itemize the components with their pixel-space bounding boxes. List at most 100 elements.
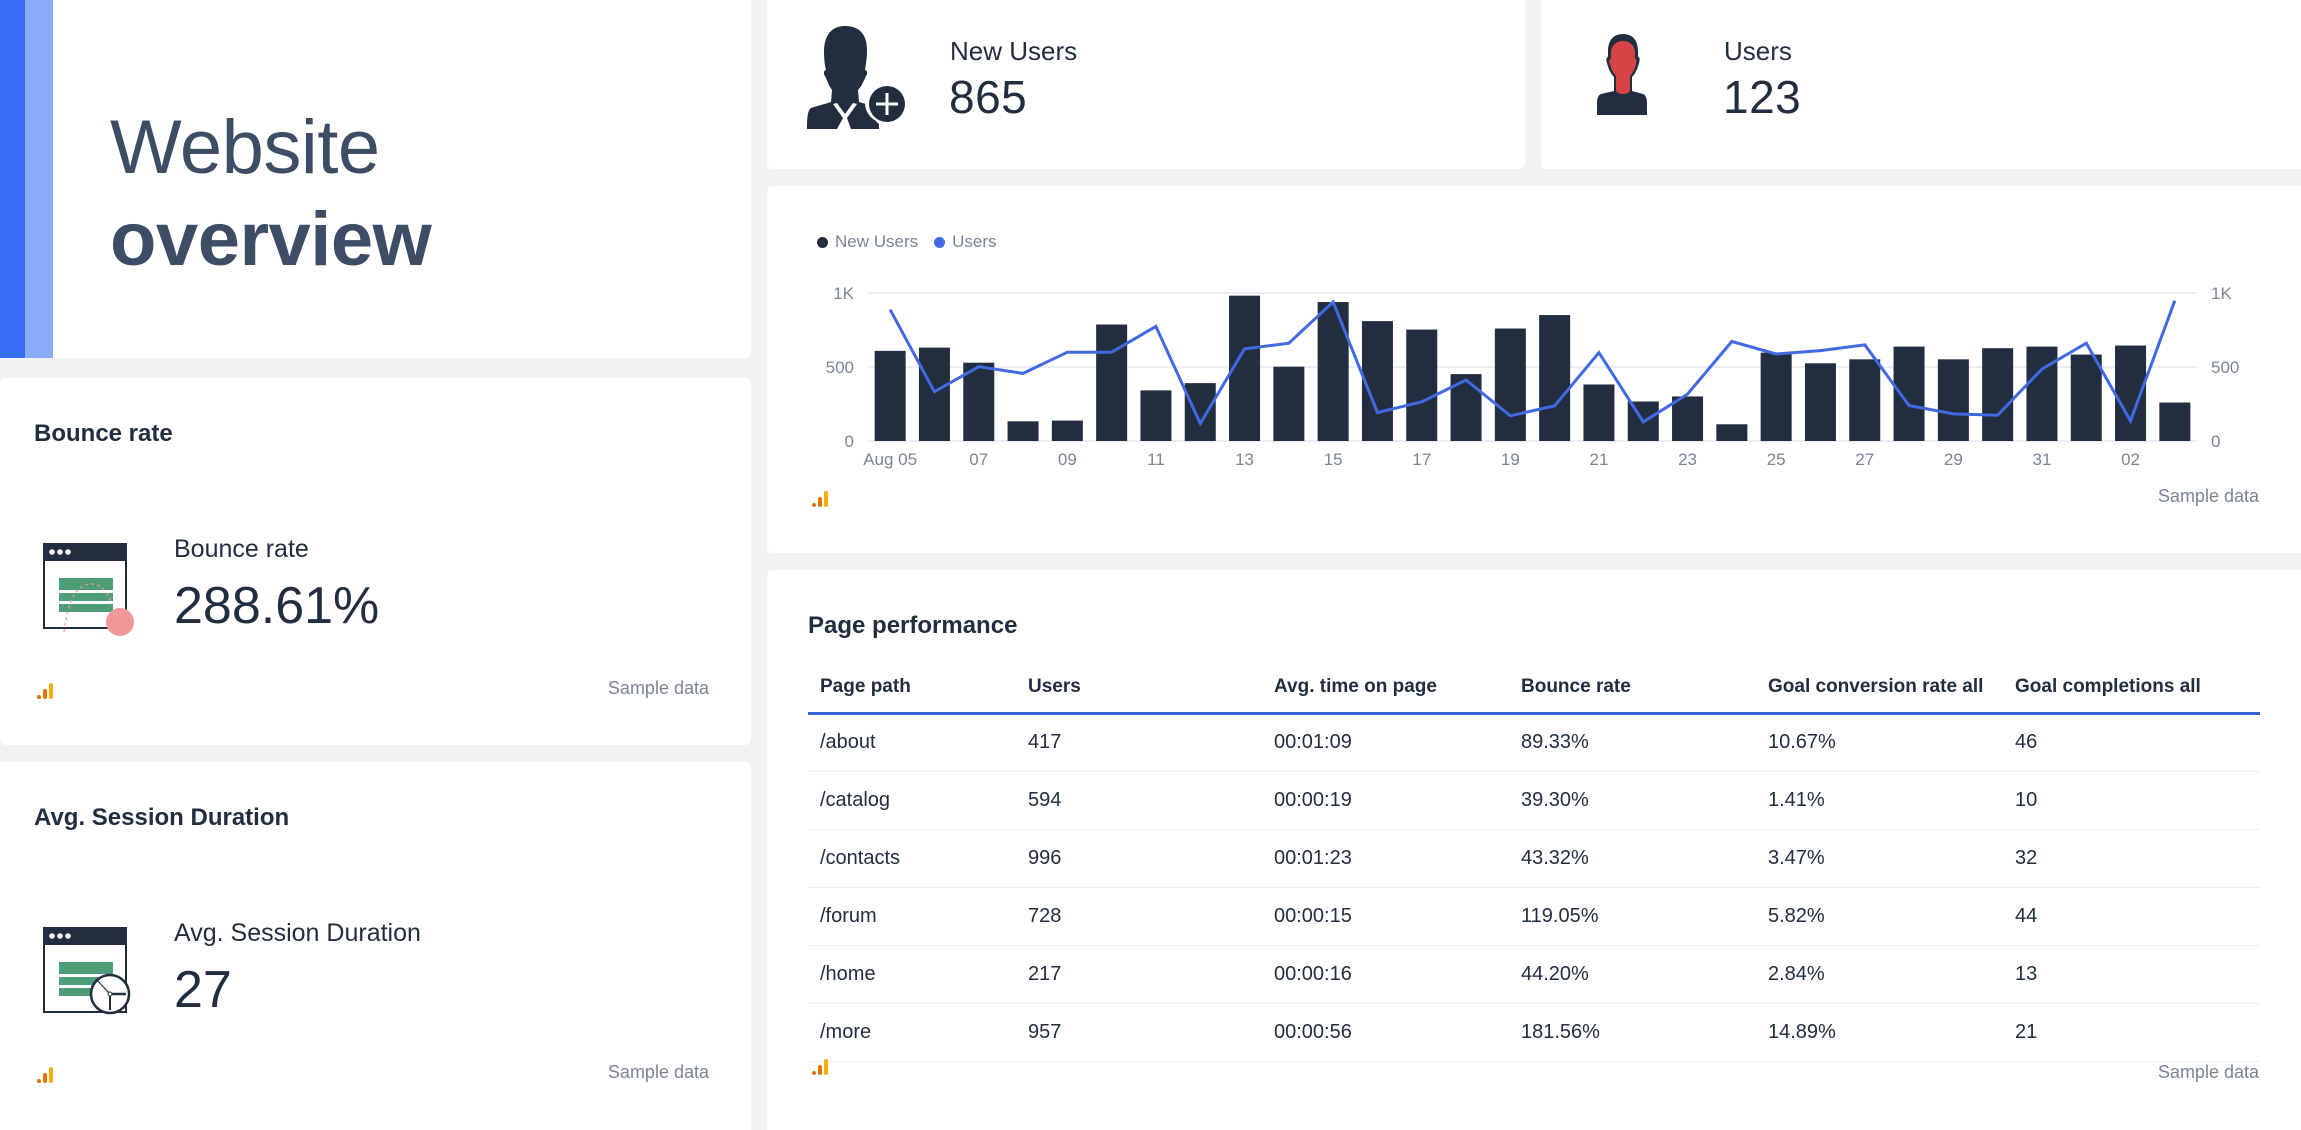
page-clock-icon [43,927,131,1015]
legend-item-new-users[interactable]: New Users [817,232,918,252]
new-users-card: New Users 865 [767,0,1525,169]
bar-new-users [1716,424,1748,441]
column-header-goal-completions[interactable]: Goal completions all [2003,663,2260,715]
google-analytics-icon [812,491,828,507]
bar-new-users [1007,421,1039,441]
bar-new-users [1760,352,1792,441]
cell-goal-conversion: 3.47% [1756,829,2003,888]
table-row[interactable]: /more 957 00:00:56 181.56% 14.89% 21 [808,1003,2260,1062]
x-tick-label: 02 [2121,450,2140,469]
table-row[interactable]: /contacts 996 00:01:23 43.32% 3.47% 32 [808,829,2260,888]
x-tick-label: 07 [969,450,988,469]
bar-new-users [874,350,906,441]
cell-users: 728 [1016,887,1262,946]
y-tick-label-left: 0 [845,432,854,451]
column-header-avg-time[interactable]: Avg. time on page [1262,663,1509,715]
users-chart: 0 0 500 500 1K 1K Aug 05 07 09 11 13 15 17 19 21 23 25 27… [826,284,2240,469]
users-chart-card: 0 0 500 500 1K 1K Aug 05 07 09 11 13 15 17 19 21 23 25 27… [767,186,2301,553]
table-row[interactable]: /forum 728 00:00:15 119.05% 5.82% 44 [808,887,2260,946]
x-tick-label: 31 [2032,450,2051,469]
cell-avg-time: 00:01:23 [1262,829,1509,888]
google-analytics-icon [37,1067,53,1083]
users-value: 123 [1723,71,1802,123]
y-tick-label-right: 500 [2211,358,2239,377]
column-header-bounce-rate[interactable]: Bounce rate [1509,663,1756,715]
bar-new-users [1406,329,1438,441]
x-tick-label: 11 [1147,450,1165,469]
cell-bounce-rate: 39.30% [1509,771,1756,830]
avg-session-card: Avg. Session Duration Avg. Session Durat… [0,762,751,1130]
page-performance-card: Page performance Page path Users Avg. ti… [767,570,2301,1130]
cell-goal-completions: 46 [2003,713,2260,772]
x-tick-label: 13 [1235,450,1254,469]
cell-page-path: /about [808,713,1016,772]
x-tick-label: 27 [1855,450,1874,469]
users-label: Users [1724,36,1792,66]
new-users-label: New Users [950,36,1078,66]
chart-sample-data: Sample data [2157,486,2259,506]
cell-avg-time: 00:00:19 [1262,771,1509,830]
y-tick-label-right: 1K [2211,284,2232,303]
x-tick-label: 23 [1678,450,1697,469]
bar-new-users [1494,328,1526,441]
cell-page-path: /home [808,945,1016,1004]
bar-new-users [1184,383,1216,441]
x-tick-label: 17 [1412,450,1431,469]
legend-label-users: Users [952,232,997,251]
y-tick-label-right: 0 [2211,432,2220,451]
accent-stripe-light [25,0,53,358]
bounce-rate-value: 288.61% [174,577,380,635]
table-row[interactable]: /about 417 00:01:09 89.33% 10.67% 46 [808,713,2260,772]
cell-goal-completions: 13 [2003,945,2260,1004]
x-tick-label: 29 [1944,450,1963,469]
x-tick-label: 21 [1589,450,1608,469]
legend-item-users[interactable]: Users [934,232,997,252]
session-card-title: Avg. Session Duration [34,804,290,831]
page-title-line1: Website [110,105,380,190]
column-header-goal-conversion[interactable]: Goal conversion rate all [1756,663,2003,715]
session-duration-value: 27 [174,961,232,1019]
x-tick-label: 15 [1324,450,1343,469]
x-tick-label: 19 [1501,450,1520,469]
chart-legend: New Users Users [817,232,997,252]
google-analytics-icon [37,683,53,699]
y-tick-label-left: 1K [833,284,854,303]
cell-avg-time: 00:00:15 [1262,887,1509,946]
cell-users: 417 [1016,713,1262,772]
google-analytics-icon [812,1059,828,1075]
bar-new-users [1051,420,1083,441]
cell-page-path: /contacts [808,829,1016,888]
y-tick-label-left: 500 [826,358,854,377]
bar-new-users [1937,359,1969,441]
cell-bounce-rate: 119.05% [1509,887,1756,946]
session-sample-data: Sample data [607,1062,709,1082]
column-header-users[interactable]: Users [1016,663,1262,715]
new-users-value: 865 [949,71,1028,123]
table-row[interactable]: /catalog 594 00:00:19 39.30% 1.41% 10 [808,771,2260,830]
legend-label-new-users: New Users [835,232,919,251]
table-row[interactable]: /home 217 00:00:16 44.20% 2.84% 13 [808,945,2260,1004]
cell-avg-time: 00:01:09 [1262,713,1509,772]
cell-bounce-rate: 43.32% [1509,829,1756,888]
page-performance-title: Page performance [808,612,1018,639]
table-header-row: Page path Users Avg. time on page Bounce… [808,663,2260,715]
users-card: Users 123 [1541,0,2301,169]
page-performance-table: Page path Users Avg. time on page Bounce… [808,663,2260,1062]
cell-goal-completions: 21 [2003,1003,2260,1062]
column-header-page-path[interactable]: Page path [808,663,1016,715]
cell-goal-conversion: 14.89% [1756,1003,2003,1062]
bar-new-users [2026,346,2058,441]
cell-goal-conversion: 1.41% [1756,771,2003,830]
cell-goal-completions: 32 [2003,829,2260,888]
bar-new-users [2159,402,2191,441]
bounce-card-title: Bounce rate [34,420,173,447]
bar-new-users [1583,384,1615,441]
bar-new-users [1982,348,2014,441]
x-tick-label: Aug 05 [863,450,917,469]
bar-new-users [1804,363,1836,441]
bar-new-users [1539,315,1571,441]
line-users [888,299,2177,427]
cell-goal-conversion: 2.84% [1756,945,2003,1004]
cell-bounce-rate: 44.20% [1509,945,1756,1004]
accent-stripe-dark [0,0,25,358]
